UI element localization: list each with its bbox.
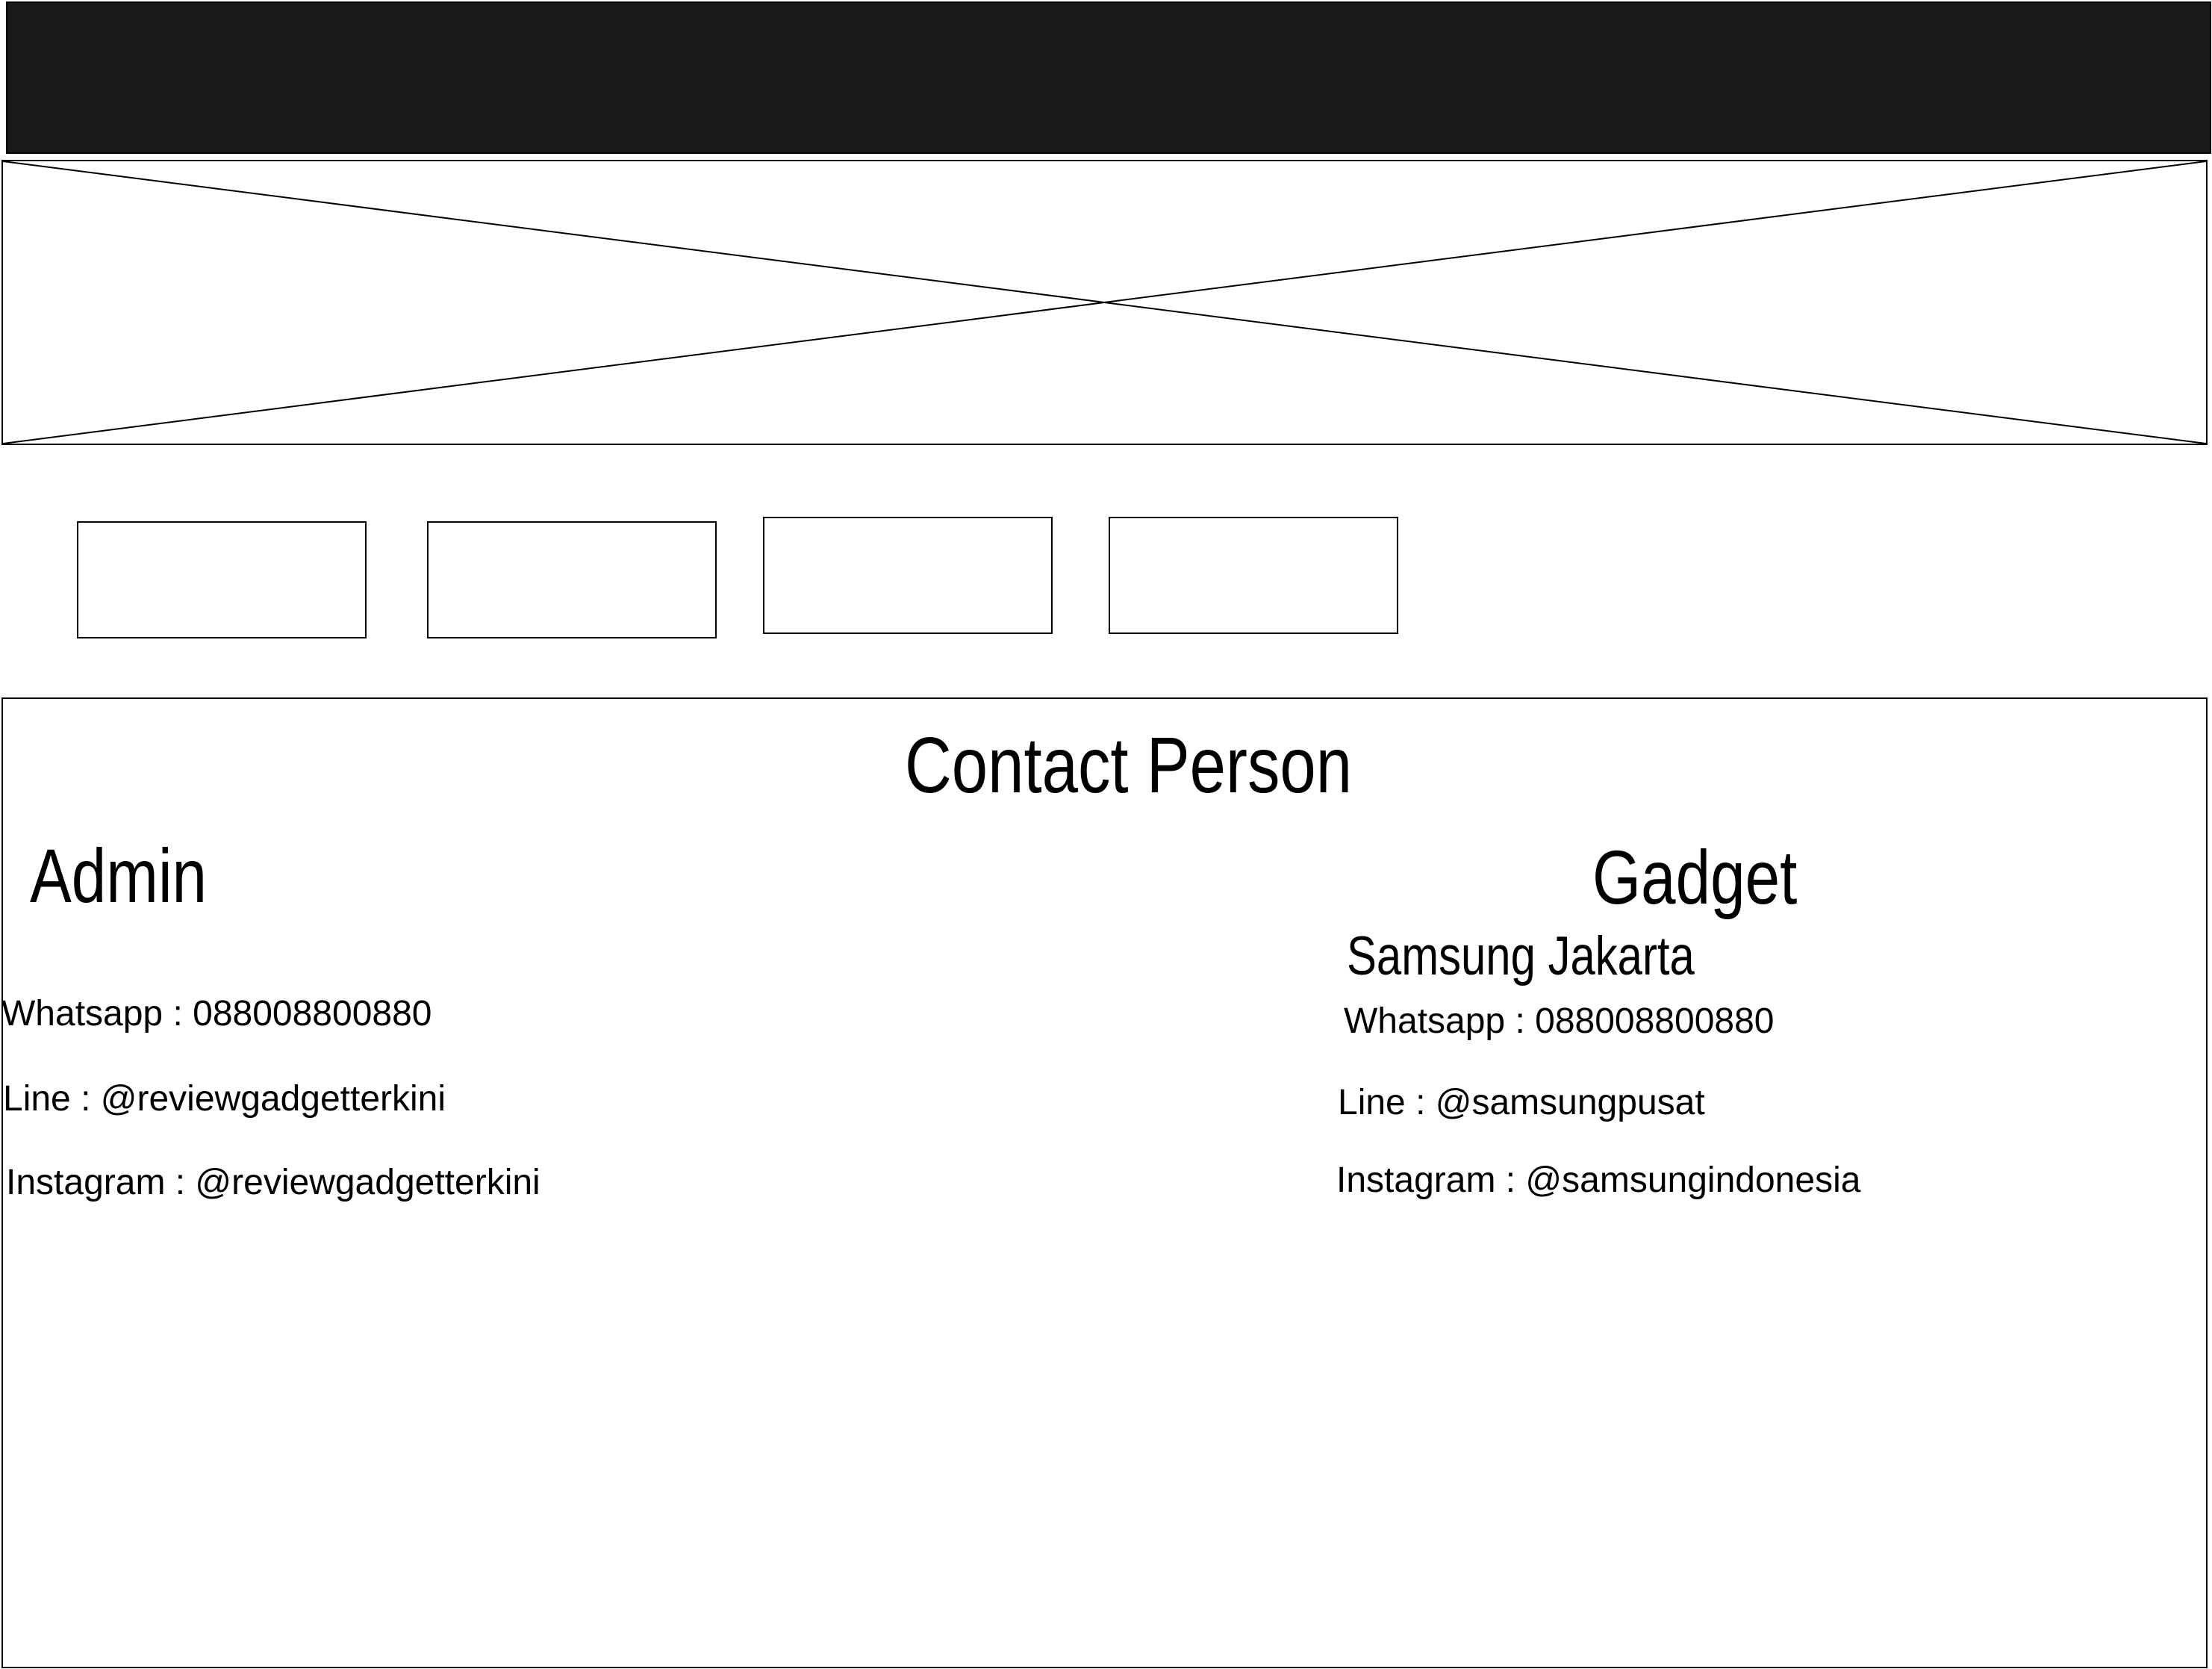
gadget-line: Line : @samsungpusat bbox=[1338, 1083, 1705, 1122]
nav-button-2[interactable] bbox=[427, 521, 717, 638]
nav-button-4[interactable] bbox=[1109, 517, 1398, 634]
header-bar bbox=[6, 1, 2211, 154]
image-placeholder-icon bbox=[3, 161, 2206, 444]
gadget-heading: Gadget bbox=[1592, 835, 1798, 920]
gadget-subheading: Samsung Jakarta bbox=[1347, 926, 1695, 986]
banner-image-placeholder bbox=[1, 160, 2208, 445]
admin-heading: Admin bbox=[30, 833, 208, 919]
nav-button-3[interactable] bbox=[763, 517, 1053, 634]
gadget-instagram: Instagram : @samsungindonesia bbox=[1336, 1160, 1861, 1200]
nav-button-1[interactable] bbox=[77, 521, 367, 638]
admin-whatsapp: Whatsapp : 088008800880 bbox=[1, 994, 432, 1034]
admin-instagram: Instagram : @reviewgadgetterkini bbox=[6, 1163, 540, 1202]
admin-line: Line : @reviewgadgetterkini bbox=[3, 1079, 446, 1119]
contact-title: Contact Person bbox=[905, 721, 1353, 809]
gadget-whatsapp: Whatsapp : 088008800880 bbox=[1344, 1001, 1775, 1041]
